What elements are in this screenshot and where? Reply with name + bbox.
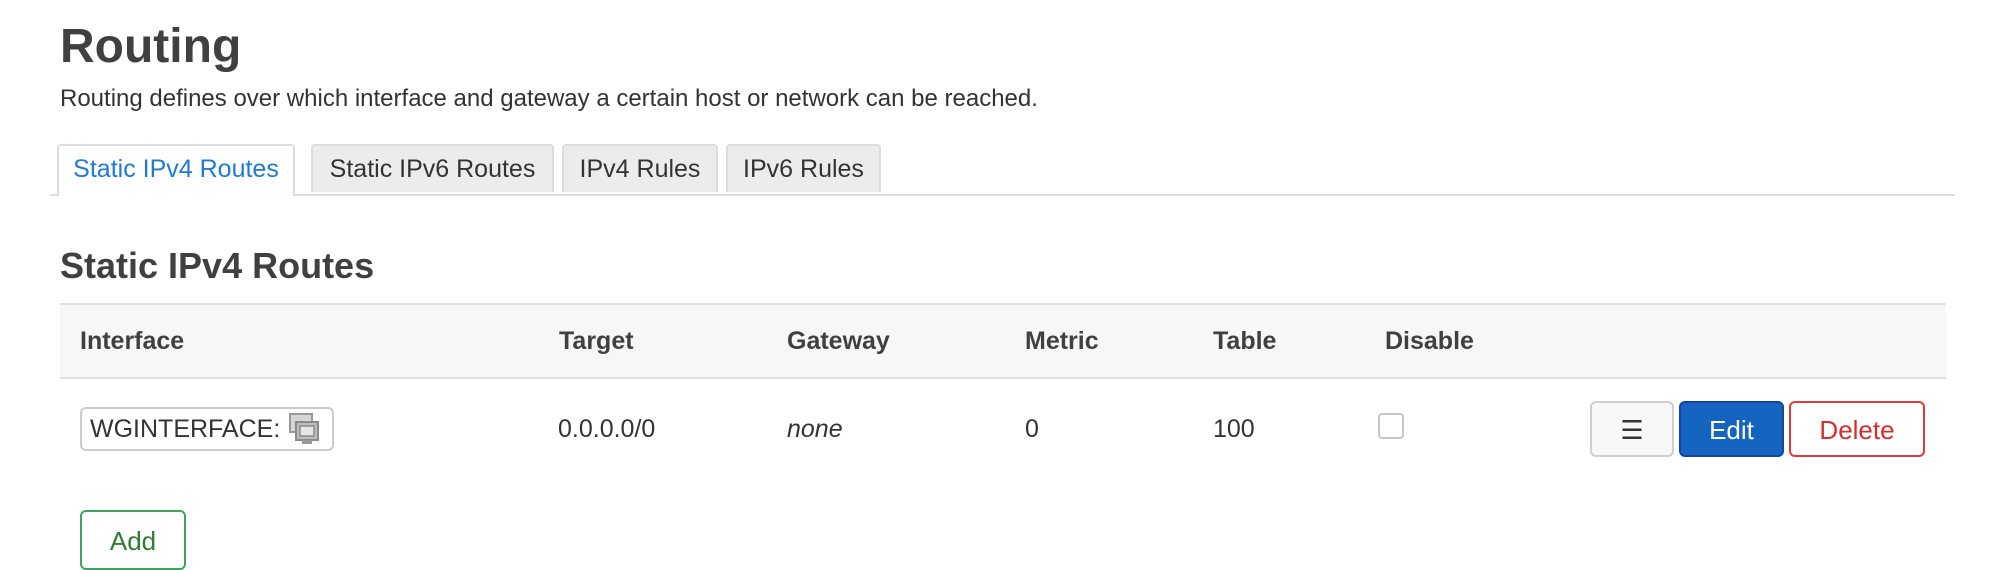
- column-header-disable: Disable: [1385, 327, 1474, 355]
- delete-button[interactable]: Delete: [1789, 401, 1925, 457]
- interface-badge[interactable]: WGINTERFACE:: [80, 407, 335, 451]
- page-description: Routing defines over which interface and…: [60, 85, 1038, 112]
- routes-table: Interface Target Gateway Metric Table Di…: [60, 303, 1946, 479]
- interface-name: WGINTERFACE:: [90, 414, 281, 443]
- column-header-metric: Metric: [1025, 327, 1099, 355]
- network-interface-icon: [289, 413, 320, 444]
- page-title: Routing: [60, 20, 242, 73]
- table-header: Interface Target Gateway Metric Table Di…: [60, 303, 1946, 379]
- section-title: Static IPv4 Routes: [60, 245, 375, 286]
- route-gateway: none: [787, 415, 843, 443]
- table-row: WGINTERFACE: 0.0.0.0/0 none 0 100 ☰ Edit…: [60, 379, 1946, 479]
- column-header-interface: Interface: [80, 327, 185, 355]
- tab-static-ipv6-routes[interactable]: Static IPv6 Routes: [311, 144, 554, 192]
- route-target: 0.0.0.0/0: [558, 415, 656, 443]
- route-metric: 0: [1025, 415, 1039, 443]
- column-header-gateway: Gateway: [787, 327, 890, 355]
- column-header-table: Table: [1213, 327, 1277, 355]
- column-header-target: Target: [559, 327, 634, 355]
- tab-ipv6-rules[interactable]: IPv6 Rules: [726, 144, 881, 192]
- tab-static-ipv4-routes[interactable]: Static IPv4 Routes: [57, 144, 295, 196]
- disable-checkbox[interactable]: [1378, 413, 1404, 439]
- menu-button[interactable]: ☰: [1590, 401, 1674, 457]
- route-table: 100: [1213, 415, 1255, 443]
- edit-button[interactable]: Edit: [1679, 401, 1784, 457]
- tab-bar: Static IPv4 Routes Static IPv6 Routes IP…: [50, 144, 1955, 196]
- add-button[interactable]: Add: [80, 510, 186, 570]
- tab-ipv4-rules[interactable]: IPv4 Rules: [562, 144, 718, 192]
